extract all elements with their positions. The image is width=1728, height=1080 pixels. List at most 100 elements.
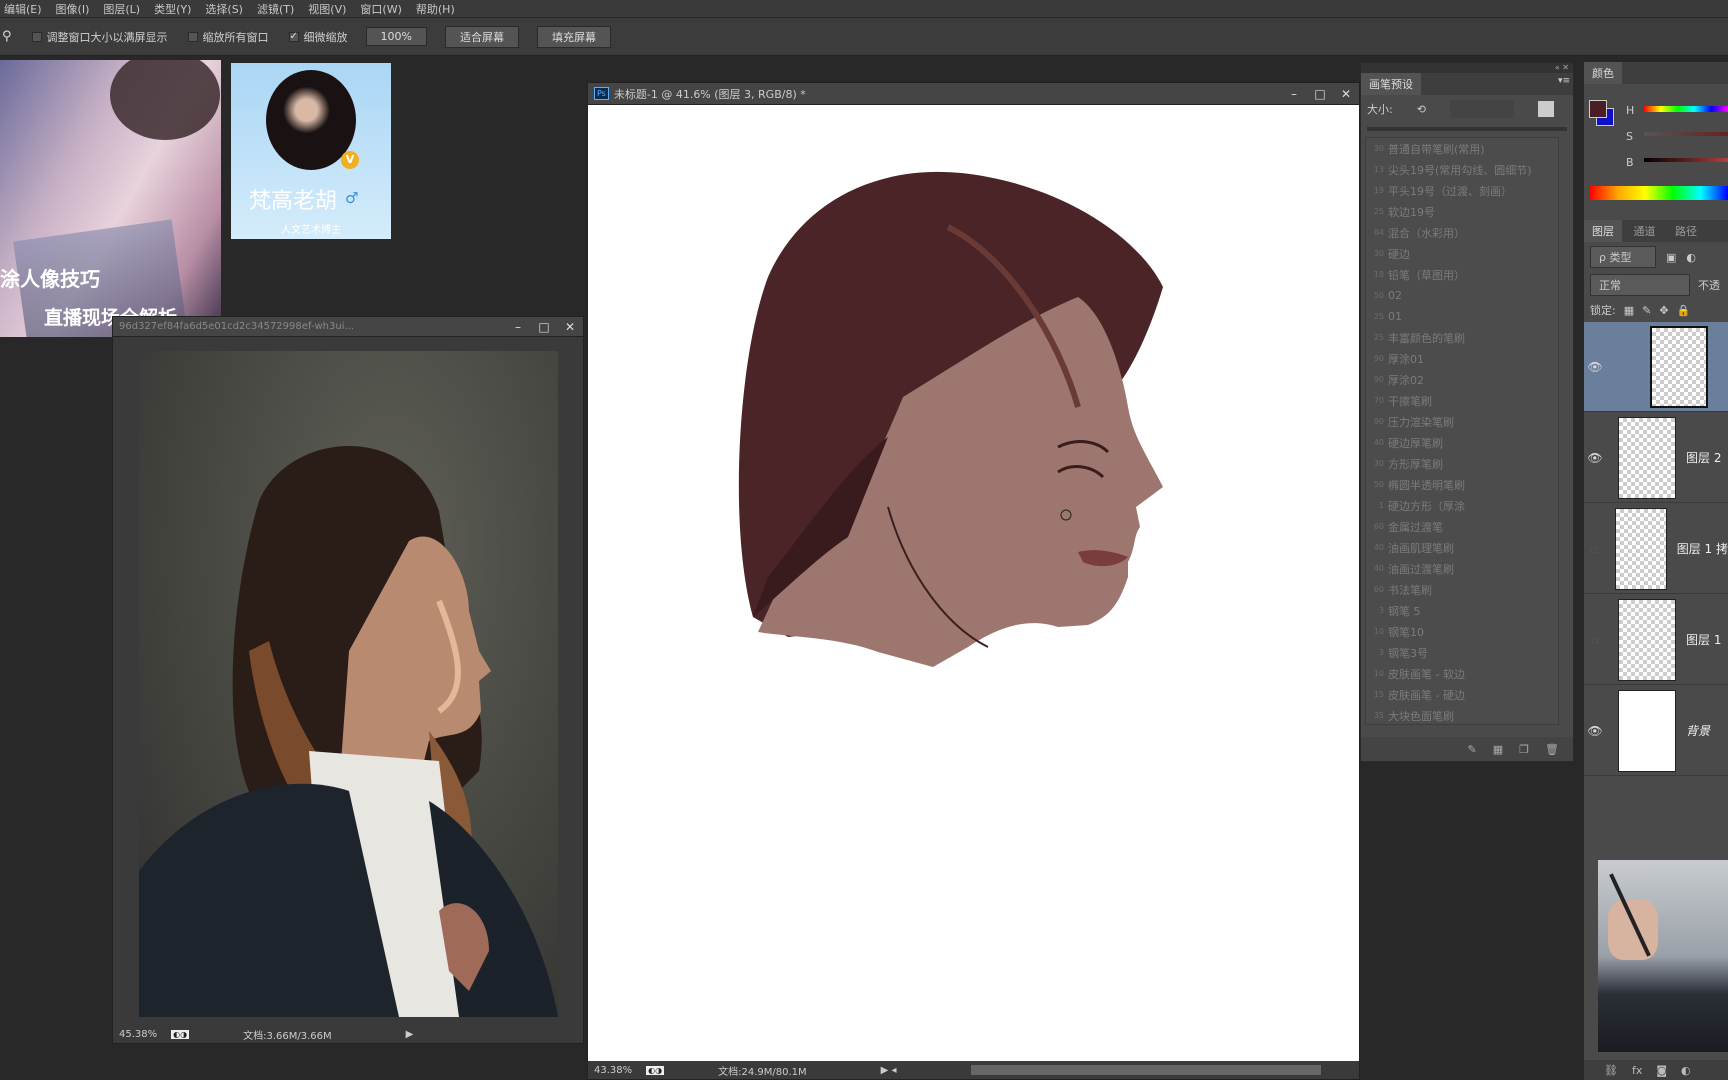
foreground-color-swatch[interactable] <box>1589 100 1607 118</box>
fx-icon[interactable]: fx <box>1632 1064 1642 1077</box>
brush-preset-item[interactable]: 10 钢笔10 <box>1366 621 1558 642</box>
brush-preset-item[interactable]: 60 书法笔刷 <box>1366 579 1558 600</box>
lock-all-icon[interactable]: 🔒 <box>1677 304 1691 317</box>
minimize-button[interactable]: – <box>1281 87 1307 101</box>
layer-name[interactable]: 图层 1 <box>1686 631 1721 648</box>
close-button[interactable]: ✕ <box>557 320 583 334</box>
minimize-button[interactable]: – <box>505 320 531 334</box>
brush-preset-item[interactable]: 19 平头19号（过渡、刻画） <box>1366 180 1558 201</box>
close-button[interactable]: ✕ <box>1333 87 1359 101</box>
zoom-100-button[interactable]: 100% <box>365 27 427 46</box>
resize-windows-checkbox[interactable]: 调整窗口大小以满屏显示 <box>31 29 168 45</box>
brush-preset-item[interactable]: 3 钢笔3号 <box>1366 642 1558 663</box>
brush-size-input[interactable] <box>1449 100 1514 118</box>
brush-preset-item[interactable]: 70 干擦笔刷 <box>1366 390 1558 411</box>
visibility-eye-icon[interactable]: 👁 <box>1584 724 1606 738</box>
brush-preset-item[interactable]: 25 丰富颜色的笔刷 <box>1366 327 1558 348</box>
image-filter-icon[interactable]: ▣ <box>1666 251 1676 264</box>
brush-preset-item[interactable]: 90 压力渲染笔刷 <box>1366 411 1558 432</box>
zoom-tool-icon[interactable]: ⚲ <box>2 29 12 44</box>
h-slider[interactable] <box>1644 106 1728 112</box>
layer-row-1-copy[interactable]: ▫ 图层 1 拷 <box>1584 504 1728 594</box>
maximize-button[interactable]: □ <box>1307 87 1333 101</box>
brush-folder-icon[interactable] <box>1537 101 1554 117</box>
brush-preset-item[interactable]: 90 厚涂02 <box>1366 369 1558 390</box>
brush-preset-item[interactable]: 40 硬边厚笔刷 <box>1366 432 1558 453</box>
ref-title-bar[interactable]: 96d327ef84fa6d5e01cd2c34572998ef-wh3ui..… <box>113 317 583 337</box>
link-layers-icon[interactable]: ⛓ <box>1604 1064 1618 1077</box>
adjustment-filter-icon[interactable]: ◐ <box>1686 251 1696 264</box>
new-preset-icon[interactable]: ❐ <box>1519 743 1529 756</box>
tab-paths[interactable]: 路径 <box>1667 220 1705 242</box>
toggle-brush-panel-icon[interactable]: ✎ <box>1468 743 1477 756</box>
zoom-all-checkbox[interactable]: 缩放所有窗口 <box>187 29 269 45</box>
brush-preset-item[interactable]: 50 椭圆半透明笔刷 <box>1366 474 1558 495</box>
delete-icon[interactable]: 🗑 <box>1545 743 1559 756</box>
canvas-painting[interactable] <box>588 107 1359 1067</box>
lock-paint-icon[interactable]: ✎ <box>1642 304 1651 317</box>
brush-preset-item[interactable]: 1 硬边方形（厚涂 <box>1366 495 1558 516</box>
brush-preset-item[interactable]: 25 01 <box>1366 306 1558 327</box>
blend-mode-select[interactable]: 正常 <box>1590 274 1690 296</box>
mask-icon[interactable]: ◙ <box>1656 1064 1667 1077</box>
brush-preset-item[interactable]: 40 油画肌理笔刷 <box>1366 537 1558 558</box>
main-title-bar[interactable]: Ps 未标题-1 @ 41.6% (图层 3, RGB/8) * – □ ✕ <box>588 83 1359 105</box>
brush-preset-item[interactable]: 25 软边19号 <box>1366 201 1558 222</box>
menu-view[interactable]: 视图(V) <box>304 1 356 17</box>
brush-preset-item[interactable]: 15 皮肤画笔 - 硬边 <box>1366 684 1558 705</box>
visibility-off-icon[interactable]: ▫ <box>1584 542 1603 556</box>
ref-zoom-level[interactable]: 45.38% <box>119 1029 157 1040</box>
layer-row-background[interactable]: 👁 背景 <box>1584 686 1728 776</box>
menu-window[interactable]: 窗口(W) <box>356 1 411 17</box>
status-toggle-icon[interactable]: ◐◑ <box>171 1029 190 1039</box>
reset-icon[interactable]: ⟲ <box>1417 103 1426 116</box>
layer-row-3[interactable]: 👁 <box>1584 322 1728 412</box>
visibility-eye-icon[interactable]: 👁 <box>1584 360 1606 374</box>
tab-brush-presets[interactable]: 画笔预设 <box>1361 73 1421 95</box>
brush-preset-item[interactable]: 35 大块色面笔刷 <box>1366 705 1558 724</box>
visibility-off-icon[interactable]: ▫ <box>1584 633 1606 647</box>
menu-edit[interactable]: 编辑(E) <box>0 1 52 17</box>
maximize-button[interactable]: □ <box>531 320 557 334</box>
brush-preset-item[interactable]: 10 皮肤画笔 - 软边 <box>1366 663 1558 684</box>
layer-filter-select[interactable]: ρ 类型 <box>1590 246 1656 268</box>
menu-filter[interactable]: 滤镜(T) <box>253 1 304 17</box>
brush-preset-item[interactable]: 18 铅笔（草图用） <box>1366 264 1558 285</box>
adjustment-layer-icon[interactable]: ◐ <box>1681 1064 1691 1077</box>
visibility-eye-icon[interactable]: 👁 <box>1584 451 1606 465</box>
brush-preset-item[interactable]: 30 方形厚笔刷 <box>1366 453 1558 474</box>
main-zoom-level[interactable]: 43.38% <box>594 1065 632 1076</box>
fill-screen-button[interactable]: 填充屏幕 <box>536 25 611 48</box>
layer-name[interactable]: 背景 <box>1686 722 1710 739</box>
brush-preset-item[interactable]: 40 油画过渡笔刷 <box>1366 558 1558 579</box>
brush-preset-item[interactable]: 60 金属过渡笔 <box>1366 516 1558 537</box>
brush-preset-item[interactable]: 90 厚涂01 <box>1366 348 1558 369</box>
layer-name[interactable]: 图层 1 拷 <box>1677 540 1728 557</box>
color-spectrum[interactable] <box>1590 186 1728 200</box>
menu-layer[interactable]: 图层(L) <box>99 1 150 17</box>
tab-channels[interactable]: 通道 <box>1626 220 1664 242</box>
status-menu-arrow-icon[interactable]: ▶ ◂ <box>881 1065 897 1076</box>
tab-layers[interactable]: 图层 <box>1584 220 1622 242</box>
status-menu-arrow-icon[interactable]: ▶ <box>406 1029 414 1040</box>
layer-row-2[interactable]: 👁 图层 2 <box>1584 413 1728 503</box>
brush-size-slider[interactable] <box>1367 127 1567 131</box>
fit-screen-button[interactable]: 适合屏幕 <box>444 25 519 48</box>
brush-preset-item[interactable]: 13 尖头19号(常用勾线、圆细节) <box>1366 159 1558 180</box>
lock-transparency-icon[interactable]: ▦ <box>1624 304 1634 317</box>
lock-move-icon[interactable]: ✥ <box>1659 304 1668 317</box>
panel-menu-icon[interactable]: ▾≡ <box>1555 73 1573 95</box>
brush-grid-icon[interactable]: ▦ <box>1493 743 1503 756</box>
panel-collapse-icon[interactable]: « ✕ <box>1361 63 1573 73</box>
brush-preset-item[interactable]: 30 普通自带笔刷(常用) <box>1366 138 1558 159</box>
menu-type[interactable]: 类型(Y) <box>150 1 201 17</box>
brush-preset-item[interactable]: 30 硬边 <box>1366 243 1558 264</box>
layer-row-1[interactable]: ▫ 图层 1 <box>1584 595 1728 685</box>
horizontal-scrollbar[interactable] <box>970 1065 1321 1075</box>
tab-color[interactable]: 颜色 <box>1584 62 1622 84</box>
s-slider[interactable] <box>1644 132 1728 136</box>
brush-preset-item[interactable]: 84 混合（水彩用） <box>1366 222 1558 243</box>
layer-name[interactable]: 图层 2 <box>1686 449 1721 466</box>
menu-select[interactable]: 选择(S) <box>201 1 253 17</box>
brush-preset-item[interactable]: 50 02 <box>1366 285 1558 306</box>
